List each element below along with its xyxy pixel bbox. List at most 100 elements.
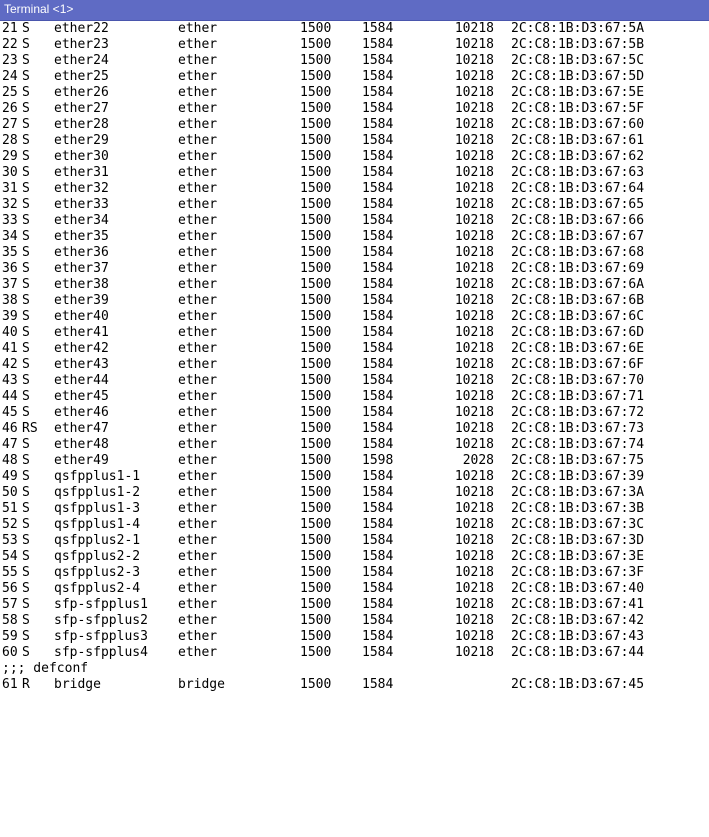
interface-row: 44 Sether45 ether 1500 1584 10218 2C:C8:1B:D3:… (0, 389, 709, 405)
interface-max-l2mtu: 10218 (454, 229, 494, 244)
interface-row: 39 Sether40 ether 1500 1584 10218 2C:C8:1B:D3:… (0, 309, 709, 325)
window-title: Terminal <1> (4, 2, 74, 16)
interface-type: ether (178, 325, 218, 340)
interface-mac-address: 2C:C8:1B:D3:67:3F (511, 565, 645, 580)
interface-l2mtu: 1584 (362, 533, 394, 548)
interface-mtu: 1500 (300, 645, 332, 660)
interface-row: 45 Sether46 ether 1500 1584 10218 2C:C8:1B:D3:… (0, 405, 709, 421)
interface-max-l2mtu: 10218 (454, 213, 494, 228)
row-number: 31 (2, 181, 18, 196)
interface-name: ether36 (54, 245, 109, 260)
interface-mtu: 1500 (300, 245, 332, 260)
interface-row: 24 Sether25 ether 1500 1584 10218 2C:C8:1B:D3:… (0, 69, 709, 85)
interface-mac-address: 2C:C8:1B:D3:67:5E (511, 85, 645, 100)
row-flags: S (22, 293, 30, 308)
interface-max-l2mtu: 10218 (454, 261, 494, 276)
interface-row: 32 Sether33 ether 1500 1584 10218 2C:C8:1B:D3:… (0, 197, 709, 213)
interface-name: sfp-sfpplus2 (54, 613, 148, 628)
interface-mtu: 1500 (300, 37, 332, 52)
interface-name: ether43 (54, 357, 109, 372)
interface-max-l2mtu: 10218 (454, 421, 494, 436)
row-number: 48 (2, 453, 18, 468)
interface-row: 27 Sether28 ether 1500 1584 10218 2C:C8:1B:D3:… (0, 117, 709, 133)
interface-name: qsfpplus1-3 (54, 501, 141, 516)
interface-l2mtu: 1584 (362, 565, 394, 580)
terminal-output[interactable]: 21 Sether22 ether 1500 1584 10218 2C:C8:1B:D3:… (0, 21, 709, 699)
interface-mtu: 1500 (300, 517, 332, 532)
row-flags: S (22, 309, 30, 324)
interface-mac-address: 2C:C8:1B:D3:67:61 (511, 133, 645, 148)
interface-max-l2mtu: 10218 (454, 85, 494, 100)
interface-type: ether (178, 69, 218, 84)
interface-name: ether42 (54, 341, 109, 356)
row-number: 33 (2, 213, 18, 228)
row-number: 40 (2, 325, 18, 340)
interface-max-l2mtu: 10218 (454, 517, 494, 532)
interface-l2mtu: 1584 (362, 117, 394, 132)
interface-mac-address: 2C:C8:1B:D3:67:64 (511, 181, 645, 196)
interface-mac-address: 2C:C8:1B:D3:67:72 (511, 405, 645, 420)
row-flags: S (22, 325, 30, 340)
interface-name: ether32 (54, 181, 109, 196)
interface-mac-address: 2C:C8:1B:D3:67:5D (511, 69, 645, 84)
interface-mac-address: 2C:C8:1B:D3:67:5F (511, 101, 645, 116)
interface-type: ether (178, 293, 218, 308)
row-number: 22 (2, 37, 18, 52)
interface-mac-address: 2C:C8:1B:D3:67:44 (511, 645, 645, 660)
interface-l2mtu: 1584 (362, 37, 394, 52)
interface-row: 35 Sether36 ether 1500 1584 10218 2C:C8:1B:D3:… (0, 245, 709, 261)
row-number: 35 (2, 245, 18, 260)
interface-mac-address: 2C:C8:1B:D3:67:60 (511, 117, 645, 132)
interface-mtu: 1500 (300, 117, 332, 132)
interface-mac-address: 2C:C8:1B:D3:67:40 (511, 581, 645, 596)
interface-max-l2mtu: 10218 (454, 629, 494, 644)
row-flags: S (22, 597, 30, 612)
terminal-title-bar[interactable]: Terminal <1> (0, 0, 709, 21)
interface-max-l2mtu: 10218 (454, 197, 494, 212)
interface-name: ether23 (54, 37, 109, 52)
interface-max-l2mtu: 10218 (454, 533, 494, 548)
interface-mtu: 1500 (300, 357, 332, 372)
interface-l2mtu: 1584 (362, 645, 394, 660)
interface-type: ether (178, 517, 218, 532)
row-number: 41 (2, 341, 18, 356)
interface-row: 31 Sether32 ether 1500 1584 10218 2C:C8:1B:D3:… (0, 181, 709, 197)
interface-row: 40 Sether41 ether 1500 1584 10218 2C:C8:1B:D3:… (0, 325, 709, 341)
interface-max-l2mtu: 10218 (454, 341, 494, 356)
interface-row: 60 Ssfp-sfpplus4 ether 1500 1584 10218 2C:C8:1… (0, 645, 709, 661)
interface-l2mtu: 1584 (362, 197, 394, 212)
interface-name: bridge (54, 677, 101, 692)
row-number: 30 (2, 165, 18, 180)
interface-name: qsfpplus1-2 (54, 485, 141, 500)
interface-l2mtu: 1584 (362, 485, 394, 500)
interface-max-l2mtu: 10218 (454, 117, 494, 132)
interface-l2mtu: 1584 (362, 501, 394, 516)
row-number: 52 (2, 517, 18, 532)
interface-max-l2mtu: 10218 (454, 325, 494, 340)
row-number: 37 (2, 277, 18, 292)
interface-l2mtu: 1584 (362, 53, 394, 68)
interface-mtu: 1500 (300, 21, 332, 36)
interface-name: ether26 (54, 85, 109, 100)
interface-mtu: 1500 (300, 389, 332, 404)
interface-l2mtu: 1584 (362, 357, 394, 372)
interface-type: ether (178, 581, 218, 596)
interface-mtu: 1500 (300, 469, 332, 484)
row-number: 50 (2, 485, 18, 500)
interface-l2mtu: 1584 (362, 277, 394, 292)
row-flags: S (22, 613, 30, 628)
row-number: 45 (2, 405, 18, 420)
interface-mtu: 1500 (300, 277, 332, 292)
interface-mac-address: 2C:C8:1B:D3:67:6A (511, 277, 645, 292)
row-number: 43 (2, 373, 18, 388)
interface-max-l2mtu: 10218 (454, 565, 494, 580)
interface-max-l2mtu: 10218 (454, 181, 494, 196)
interface-type: ether (178, 181, 218, 196)
interface-mac-address: 2C:C8:1B:D3:67:65 (511, 197, 645, 212)
row-flags: S (22, 437, 30, 452)
interface-l2mtu: 1584 (362, 149, 394, 164)
interface-row: 38 Sether39 ether 1500 1584 10218 2C:C8:1B:D3:… (0, 293, 709, 309)
row-number: 34 (2, 229, 18, 244)
interface-mac-address: 2C:C8:1B:D3:67:3C (511, 517, 645, 532)
interface-l2mtu: 1584 (362, 261, 394, 276)
